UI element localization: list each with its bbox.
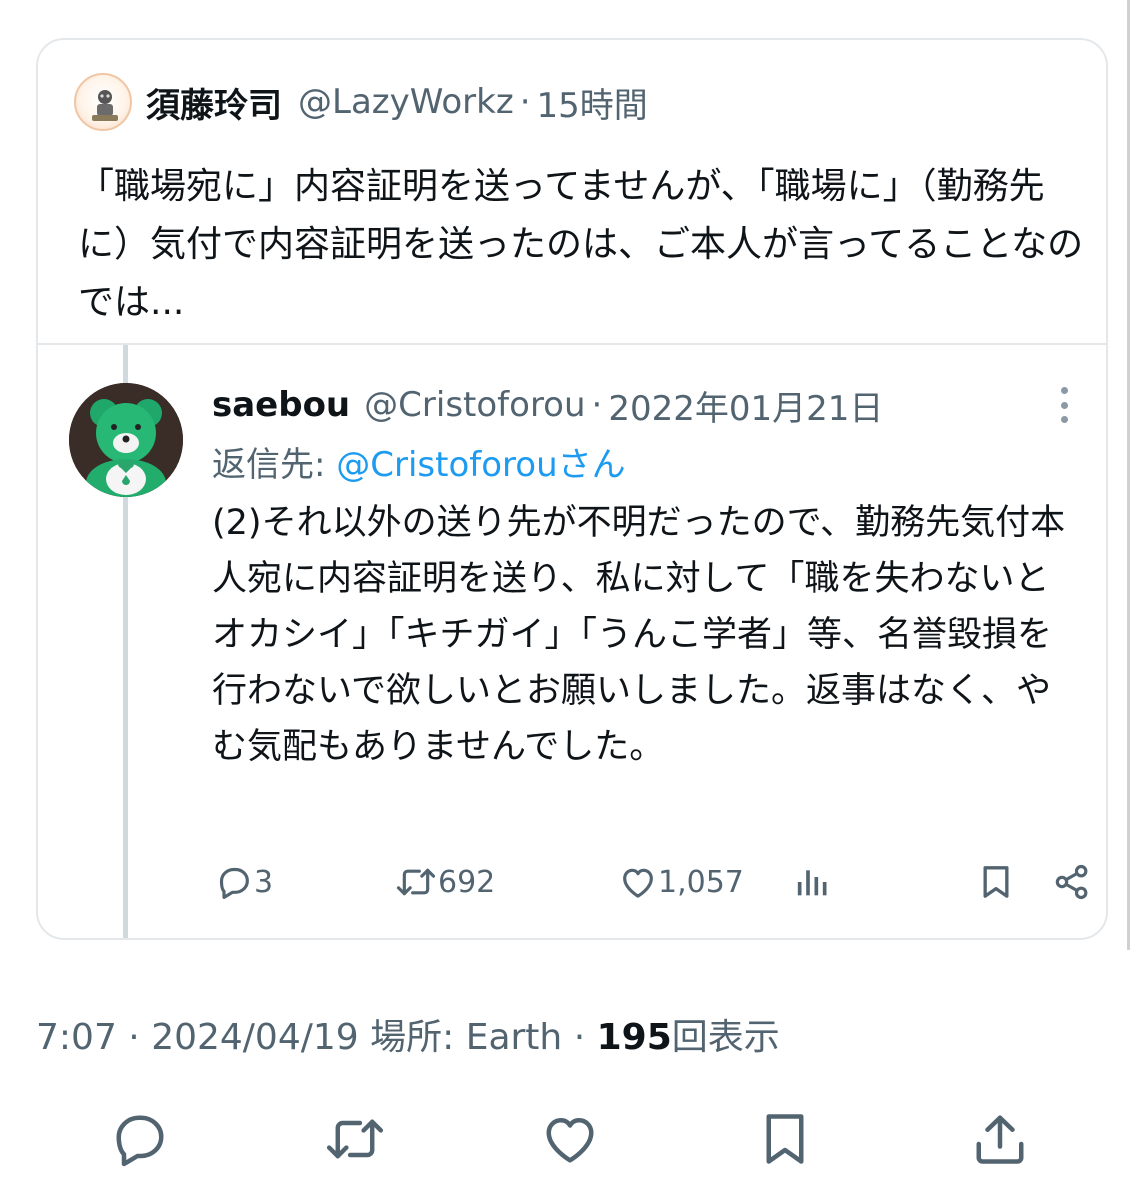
quoted-tweet-text: 「職場宛に」内容証明を送ってませんが、「職場に」（勤務先に）気付で内容証明を送っ… <box>78 166 1084 323</box>
quote-header: 須藤玲司 @LazyWorkz · 15時間 <box>74 72 648 132</box>
heart-icon <box>623 868 653 898</box>
share-icon <box>1055 864 1088 900</box>
location: 場所: Earth <box>358 1017 563 1058</box>
reply-to-label: 返信先: <box>212 445 337 485</box>
reply-icon <box>116 1115 164 1167</box>
share-button[interactable] <box>967 1106 1033 1172</box>
quoted-timestamp[interactable]: 15時間 <box>537 78 648 127</box>
views-count: 195 <box>596 1017 672 1058</box>
avatar[interactable] <box>74 73 132 131</box>
embedded-tweet[interactable]: saebou @Cristoforou · 2022年01月21日 返信先: @… <box>212 375 1072 775</box>
bookmark-icon <box>983 866 1009 898</box>
upload-icon <box>976 1115 1024 1164</box>
embedded-date[interactable]: 2022年01月21日 <box>608 381 883 430</box>
retweet-button[interactable]: 692 <box>394 858 495 906</box>
quoted-author-name[interactable]: 須藤玲司 <box>146 78 282 127</box>
more-vertical-icon[interactable] <box>1044 385 1084 425</box>
bookmark-button[interactable] <box>976 858 1016 906</box>
reply-button[interactable]: 3 <box>214 858 273 906</box>
post-date[interactable]: 2024/04/19 <box>151 1017 359 1058</box>
heart-icon <box>546 1118 594 1163</box>
meta-separator: · <box>116 1017 152 1058</box>
avatar[interactable] <box>69 383 183 497</box>
views-label: 回表示 <box>671 1017 780 1058</box>
bookmark-icon <box>766 1114 804 1164</box>
meta-separator: · <box>562 1017 597 1058</box>
post-time[interactable]: 7:07 <box>36 1017 117 1058</box>
tweet-meta: 7:07 · 2024/04/19 場所: Earth · 195回表示 <box>36 1010 780 1066</box>
like-count: 1,057 <box>658 864 744 900</box>
header-separator: · <box>519 82 531 122</box>
embedded-author-handle[interactable]: @Cristoforou <box>364 385 585 425</box>
reply-icon <box>219 867 249 899</box>
bookmark-button[interactable] <box>752 1106 818 1172</box>
embedded-header: saebou @Cristoforou · 2022年01月21日 <box>212 375 1072 435</box>
header-separator: · <box>591 385 603 425</box>
embedded-author-name[interactable]: saebou <box>212 385 350 425</box>
quote-card[interactable]: 須藤玲司 @LazyWorkz · 15時間 「職場宛に」内容証明を送ってません… <box>36 38 1108 940</box>
divider <box>38 343 1106 345</box>
retweet-icon <box>326 1119 384 1159</box>
like-button[interactable]: 1,057 <box>618 858 744 906</box>
embedded-tweet-text: (2)それ以外の送り先が不明だったので、勤務先気付本人宛に内容証明を送り、私に対… <box>212 503 1066 767</box>
share-button[interactable] <box>1052 858 1092 906</box>
analytics-icon <box>797 870 827 896</box>
retweet-icon <box>396 868 436 896</box>
analytics-button[interactable] <box>792 858 832 906</box>
retweet-count: 692 <box>438 864 496 900</box>
embedded-action-bar: 3 692 1,057 <box>214 858 1088 906</box>
reply-button[interactable] <box>107 1106 173 1172</box>
quoted-author-handle[interactable]: @LazyWorkz <box>298 82 514 122</box>
reply-to-handle[interactable]: @Cristoforouさん <box>336 445 625 485</box>
like-button[interactable] <box>537 1106 603 1172</box>
reply-count: 3 <box>254 864 274 900</box>
reply-to-line: 返信先: @Cristoforouさん <box>212 435 1072 495</box>
retweet-button[interactable] <box>322 1106 388 1172</box>
tweet-action-bar <box>0 1100 1130 1180</box>
